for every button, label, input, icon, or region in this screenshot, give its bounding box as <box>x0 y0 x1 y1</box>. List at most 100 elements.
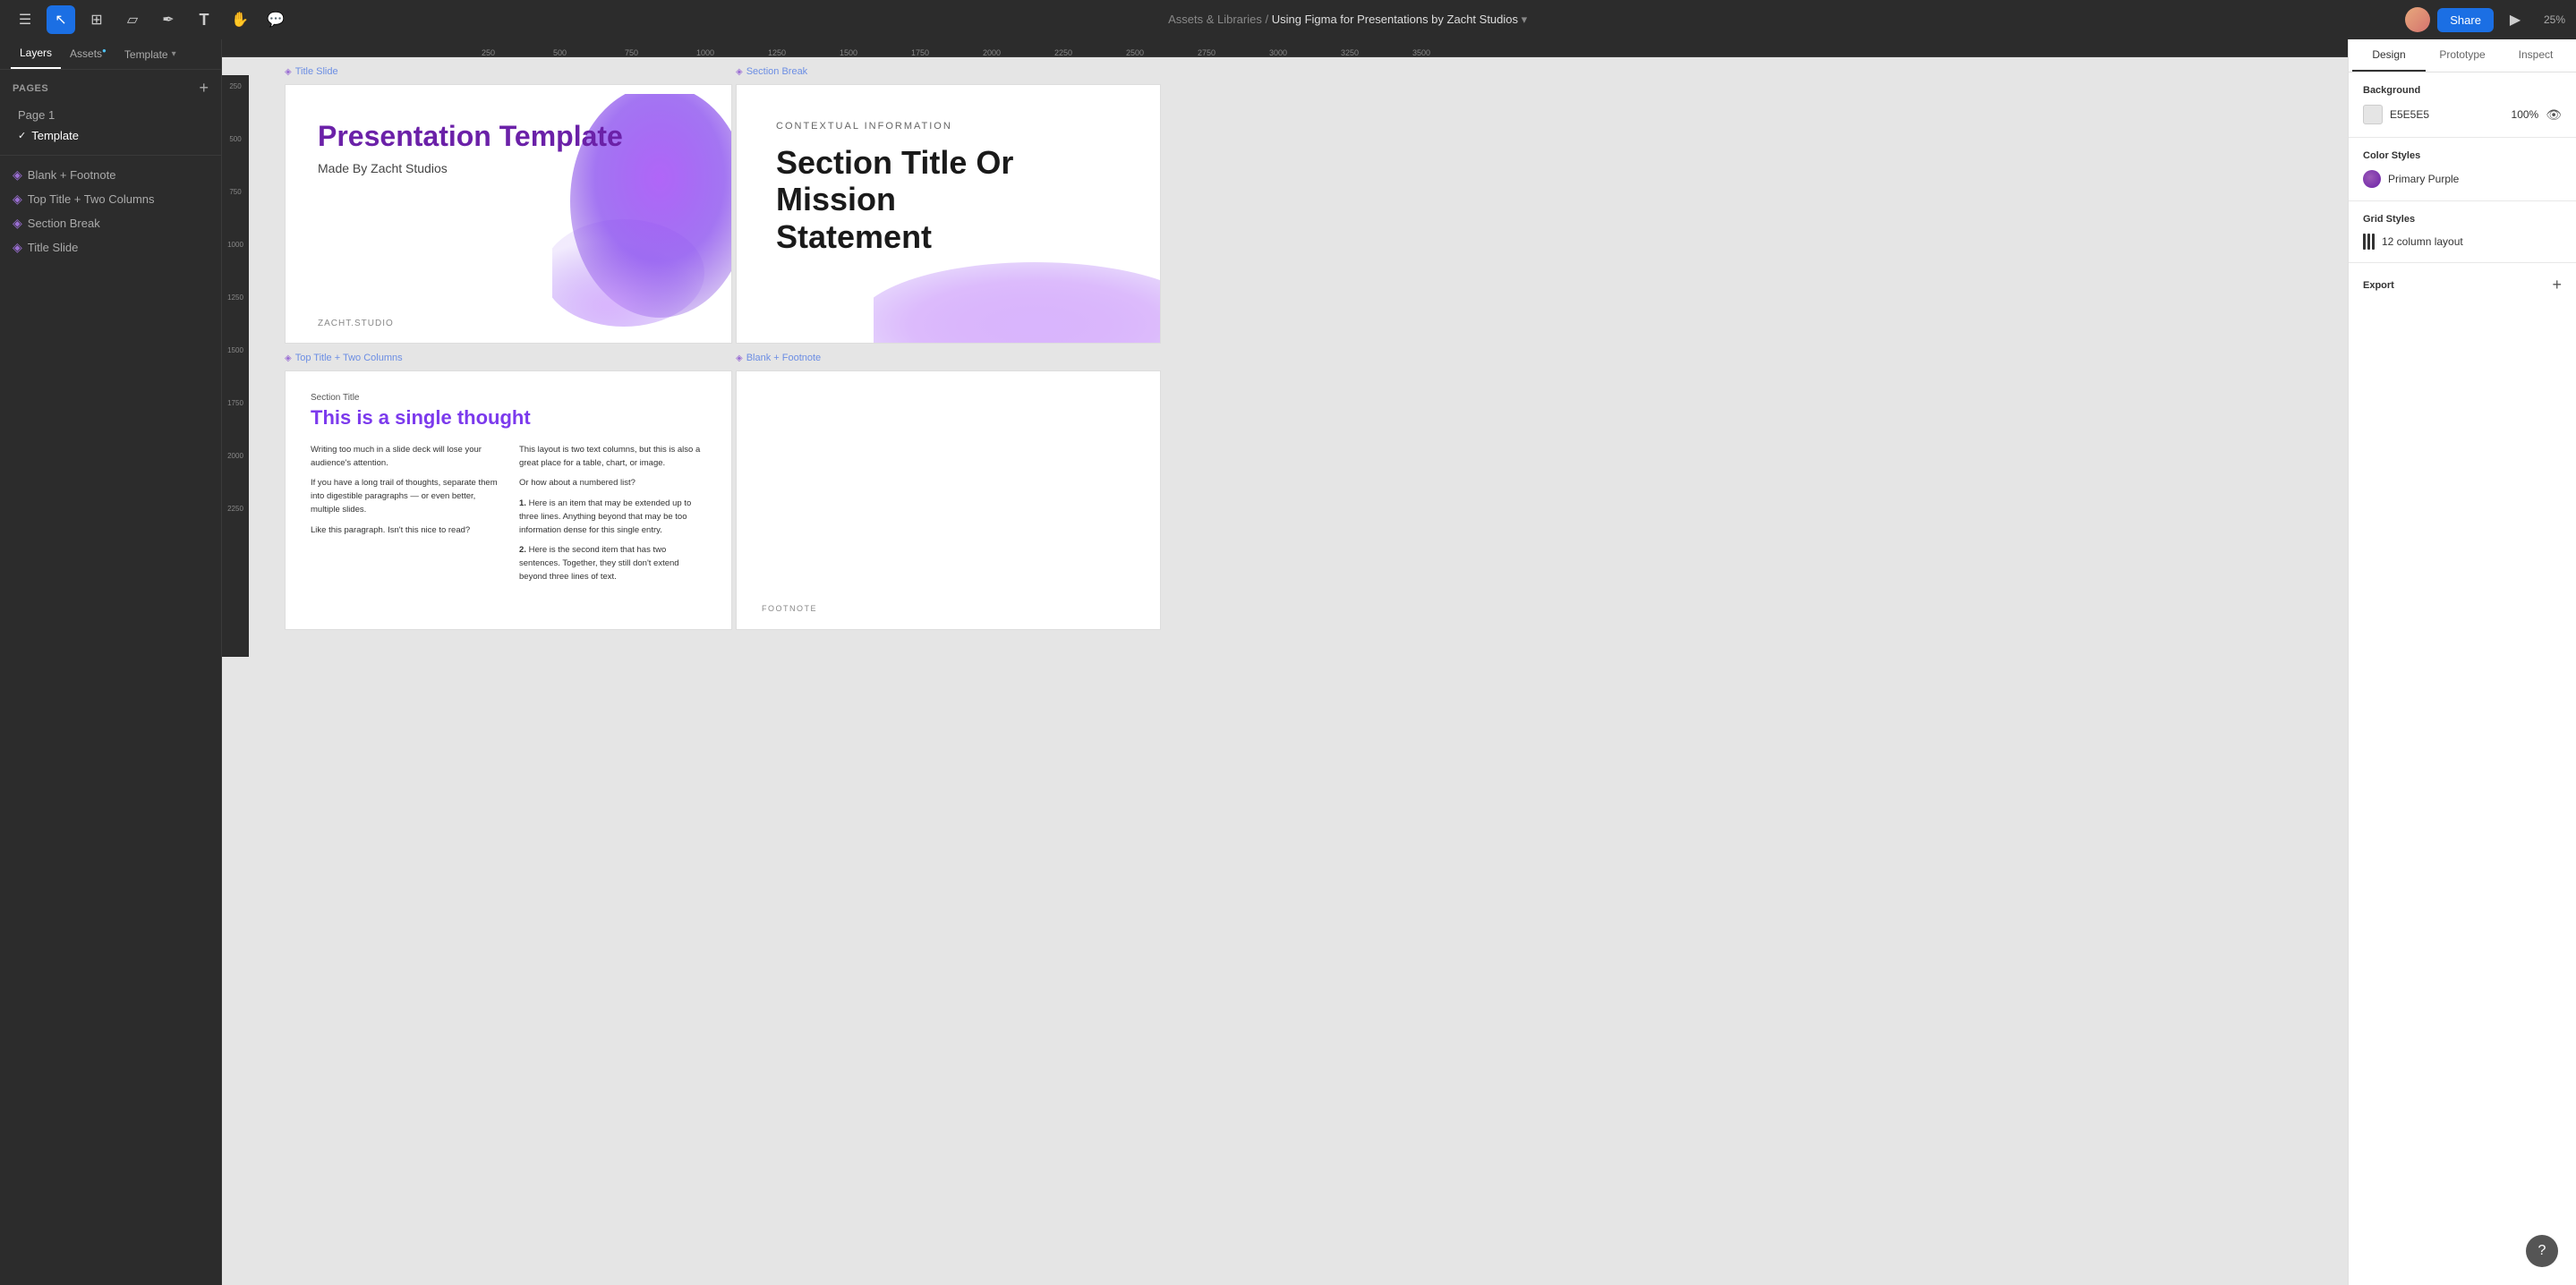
tab-prototype[interactable]: Prototype <box>2426 39 2499 72</box>
ruler-vertical: 250 500 750 1000 1250 1500 1750 2000 225… <box>222 75 249 657</box>
background-hex[interactable]: E5E5E5 <box>2390 108 2504 121</box>
frame-wrapper-blank: ◈ Blank + Footnote FOOTNOTE <box>736 370 1161 630</box>
comment-tool[interactable]: 💬 <box>261 5 290 34</box>
grid-style-name: 12 column layout <box>2382 235 2463 248</box>
section-break-contextual: CONTEXTUAL INFORMATION <box>776 121 1121 132</box>
tc-title: This is a single thought <box>311 406 706 430</box>
tc-item2-text: Here is the second item that has two sen… <box>519 545 679 581</box>
check-icon: ✓ <box>18 130 26 141</box>
frame-wrapper-two-cols: ◈ Top Title + Two Columns Section Title … <box>285 370 732 630</box>
frame-tool[interactable]: ⊞ <box>82 5 111 34</box>
frame-wrapper-title-slide: ◈ Title Slide Presentation Template Made… <box>285 84 732 344</box>
tc-item1-text: Here is an item that may be extended up … <box>519 498 691 534</box>
page-item-page1[interactable]: Page 1 <box>13 105 209 125</box>
layer-label: Title Slide <box>28 241 79 254</box>
tc-col-2: This layout is two text columns, but thi… <box>519 444 706 591</box>
sidebar-tabs: Layers Assets● Template ▾ <box>0 39 221 70</box>
section-break-title: Section Title Or Mission Statement <box>776 144 1121 255</box>
export-title: Export <box>2363 280 2394 291</box>
frames-row-2: ◈ Top Title + Two Columns Section Title … <box>285 370 2321 630</box>
frame-wrapper-section-break: ◈ Section Break CONTEXTUAL INFORMATION S… <box>736 84 1161 344</box>
left-sidebar: Layers Assets● Template ▾ Pages + Page 1… <box>0 39 222 1285</box>
tc-col2-item2: 2. Here is the second item that has two … <box>519 544 706 583</box>
title-slide-footer: ZACHT.STUDIO <box>318 319 394 328</box>
toolbar-separator: / <box>1265 13 1271 26</box>
section-break-content: CONTEXTUAL INFORMATION Section Title Or … <box>737 85 1160 291</box>
frame-label-two-cols: ◈ Top Title + Two Columns <box>285 353 403 363</box>
background-opacity[interactable]: 100% <box>2512 108 2539 121</box>
text-tool[interactable]: T <box>190 5 218 34</box>
help-button[interactable]: ? <box>2526 1235 2558 1267</box>
tc-col1-p1: Writing too much in a slide deck will lo… <box>311 444 498 470</box>
page-label-template: Template <box>31 129 79 142</box>
grid-style-icon <box>2363 234 2375 250</box>
diamond-icon: ◈ <box>285 353 292 363</box>
toolbar-path: Assets & Libraries <box>1168 13 1262 26</box>
frame-title-slide[interactable]: Presentation Template Made By Zacht Stud… <box>285 84 732 344</box>
frame-section-break[interactable]: CONTEXTUAL INFORMATION Section Title Or … <box>736 84 1161 344</box>
present-button[interactable]: ▶ <box>2501 5 2529 34</box>
export-add-button[interactable]: + <box>2552 276 2562 294</box>
right-sidebar: Design Prototype Inspect Background E5E5… <box>2348 39 2576 1285</box>
diamond-icon: ◈ <box>736 353 743 363</box>
frame-label-blank: ◈ Blank + Footnote <box>736 353 821 363</box>
frame-label-section-break: ◈ Section Break <box>736 66 807 77</box>
grid-styles-title: Grid Styles <box>2363 214 2562 225</box>
tc-columns: Writing too much in a slide deck will lo… <box>311 444 706 591</box>
tc-section-label: Section Title <box>311 393 706 403</box>
layer-label: Blank + Footnote <box>28 168 116 182</box>
menu-button[interactable]: ☰ <box>11 5 39 34</box>
toolbar-main-title: Using Figma for Presentations by Zacht S… <box>1272 13 1518 26</box>
frame-two-cols[interactable]: Section Title This is a single thought W… <box>285 370 732 630</box>
canvas-area[interactable]: 250 500 750 1000 1250 1500 1750 2000 225… <box>222 39 2348 1285</box>
pages-title: Pages <box>13 83 48 94</box>
pen-tool[interactable]: ✒ <box>154 5 183 34</box>
ruler-horizontal: 250 500 750 1000 1250 1500 1750 2000 225… <box>222 39 2348 57</box>
component-icon: ◈ <box>13 191 22 207</box>
shape-tool[interactable]: ▱ <box>118 5 147 34</box>
layer-section-break[interactable]: ◈ Section Break <box>0 211 221 235</box>
color-styles-title: Color Styles <box>2363 150 2562 161</box>
add-page-button[interactable]: + <box>199 79 209 98</box>
component-icon: ◈ <box>13 216 22 231</box>
component-icon: ◈ <box>13 240 22 255</box>
chevron-down-icon: ▾ <box>172 49 176 59</box>
toolbar-title: Assets & Libraries / Using Figma for Pre… <box>297 13 2398 27</box>
select-tool[interactable]: ↖ <box>47 5 75 34</box>
avatar <box>2405 7 2430 32</box>
share-button[interactable]: Share <box>2437 8 2494 32</box>
toolbar-dropdown-icon[interactable]: ▾ <box>1522 13 1528 26</box>
tab-layers[interactable]: Layers <box>11 39 61 69</box>
pages-section: Pages + Page 1 ✓ Template <box>0 70 221 155</box>
color-dot-primary-purple <box>2363 170 2381 188</box>
tab-design[interactable]: Design <box>2352 39 2426 72</box>
diamond-icon: ◈ <box>736 67 743 77</box>
layer-label: Top Title + Two Columns <box>28 192 155 206</box>
title-slide-content: Presentation Template Made By Zacht Stud… <box>286 85 731 211</box>
layers-section: ◈ Blank + Footnote ◈ Top Title + Two Col… <box>0 155 221 267</box>
right-tabs: Design Prototype Inspect <box>2349 39 2576 72</box>
page-item-template[interactable]: ✓ Template <box>13 125 209 146</box>
zoom-label[interactable]: 25% <box>2544 13 2565 26</box>
tab-inspect[interactable]: Inspect <box>2499 39 2572 72</box>
tab-assets[interactable]: Assets● <box>61 39 115 69</box>
tc-col-1: Writing too much in a slide deck will lo… <box>311 444 498 591</box>
color-styles-section: Color Styles Primary Purple <box>2349 138 2576 201</box>
layer-title-slide[interactable]: ◈ Title Slide <box>0 235 221 260</box>
layer-top-title-two-cols[interactable]: ◈ Top Title + Two Columns <box>0 187 221 211</box>
tab-template[interactable]: Template ▾ <box>115 39 185 69</box>
hand-tool[interactable]: ✋ <box>226 5 254 34</box>
background-row: E5E5E5 100% 👁 <box>2363 105 2562 124</box>
frame-blank-footnote[interactable]: FOOTNOTE <box>736 370 1161 630</box>
tc-item1-num: 1. <box>519 498 526 508</box>
visibility-icon[interactable]: 👁 <box>2546 107 2562 123</box>
tc-item2-num: 2. <box>519 545 526 555</box>
layer-blank-footnote[interactable]: ◈ Blank + Footnote <box>0 163 221 187</box>
toolbar-right: Share ▶ 25% <box>2405 5 2565 34</box>
grid-style-12col: 12 column layout <box>2363 234 2562 250</box>
background-section: Background E5E5E5 100% 👁 <box>2349 72 2576 138</box>
tc-col2-item1: 1. Here is an item that may be extended … <box>519 498 706 537</box>
background-color-swatch[interactable] <box>2363 105 2383 124</box>
tc-col2-p1: This layout is two text columns, but thi… <box>519 444 706 470</box>
tc-col2-p2: Or how about a numbered list? <box>519 477 706 490</box>
